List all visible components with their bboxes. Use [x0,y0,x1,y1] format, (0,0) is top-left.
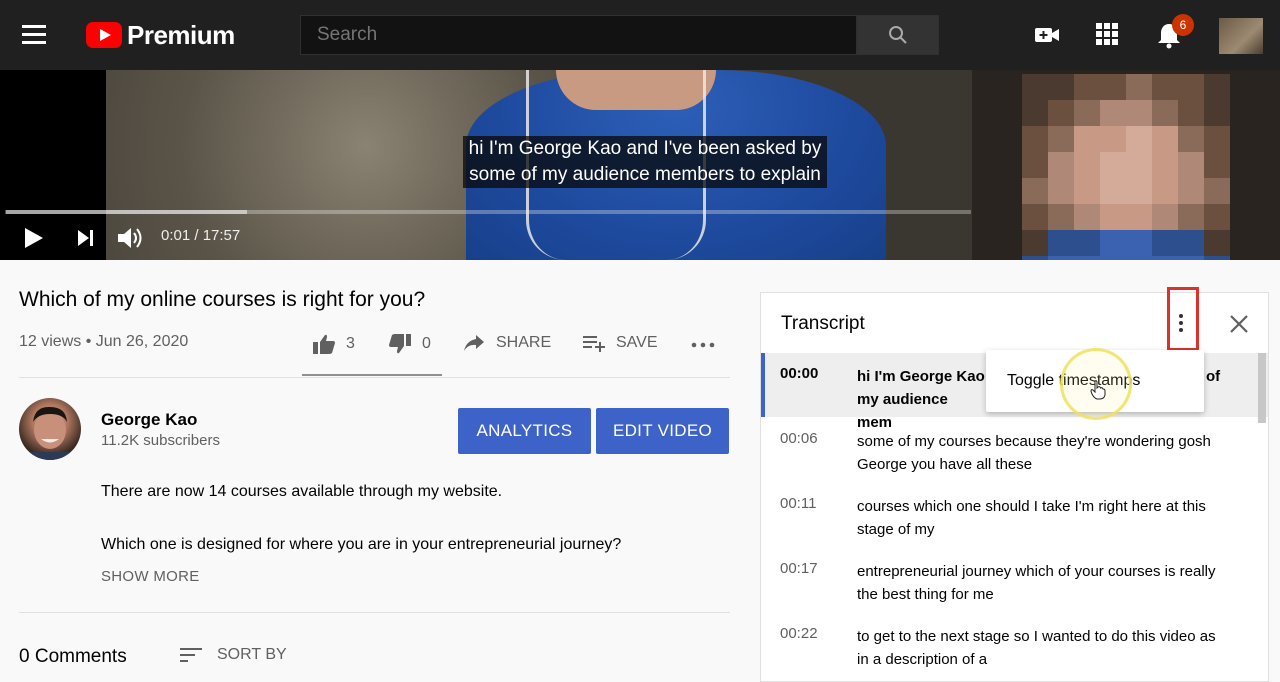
transcript-text: courses which one should I take I'm righ… [857,498,1206,538]
video-player[interactable]: hi I'm George Kao and I've been asked by… [0,70,1280,260]
transcript-text: hi I'm George Kao [857,368,985,385]
edit-video-button[interactable]: EDIT VIDEO [596,408,729,454]
video-frame-side [972,70,1280,260]
analytics-button[interactable]: ANALYTICS [458,408,591,454]
divider [19,612,730,613]
share-icon [464,335,484,351]
like-button[interactable]: 3 [312,333,355,355]
menu-icon[interactable] [22,25,48,45]
transcript-row[interactable]: 00:11 courses which one should I take I'… [761,483,1268,547]
transcript-timestamp: 00:06 [780,430,818,447]
youtube-play-icon [86,22,122,48]
search-icon [889,26,907,44]
dislike-count: 0 [422,335,431,352]
account-avatar[interactable] [1219,18,1263,54]
dislike-button[interactable]: 0 [388,333,431,355]
save-label: SAVE [616,334,658,351]
more-actions-button[interactable] [690,331,728,351]
video-meta: 12 views • Jun 26, 2020 [19,333,189,350]
transcript-text: to get to the next stage so I wanted to … [857,628,1216,668]
description-line-1: There are now 14 courses available throu… [101,483,503,500]
progress-buffer [5,210,247,214]
play-button[interactable] [25,228,43,248]
volume-icon[interactable] [117,226,143,250]
search-input[interactable] [300,15,857,55]
transcript-text: of [1206,368,1221,385]
progress-bar[interactable] [5,210,971,214]
transcript-text: some of my courses because they're wonde… [857,433,1211,473]
next-icon[interactable] [77,229,95,247]
video-captions: hi I'm George Kao and I've been asked by… [448,136,842,188]
transcript-row[interactable]: 00:06 some of my courses because they're… [761,418,1268,482]
more-vertical-icon[interactable] [1179,314,1185,334]
sort-by-label: SORT BY [217,646,287,663]
time-display: 0:01 / 17:57 [161,227,241,244]
logo-text: Premium [127,19,235,50]
transcript-text: entrepreneurial journey which of your co… [857,563,1216,603]
progress-fill [5,210,6,214]
subscriber-count: 11.2K subscribers [101,432,220,449]
transcript-timestamp: 00:22 [780,625,818,642]
description-line-2: Which one is designed for where you are … [101,536,622,553]
transcript-scrollbar[interactable] [1258,353,1266,423]
sort-by-button[interactable]: SORT BY [179,645,287,665]
top-bar: Premium 6 [0,0,1280,70]
show-more-button[interactable]: SHOW MORE [101,568,200,585]
transcript-title: Transcript [781,313,865,334]
create-video-icon[interactable] [1034,22,1060,48]
share-label: SHARE [496,334,552,351]
search-button[interactable] [857,15,939,55]
transcript-row[interactable]: 00:22 to get to the next stage so I want… [761,613,1268,677]
close-icon[interactable] [1228,313,1250,335]
channel-avatar-face [19,406,81,460]
sort-icon [180,648,202,662]
transcript-row[interactable]: 00:17 entrepreneurial journey which of y… [761,548,1268,612]
playlist-add-icon [583,336,605,352]
caption-line-2: some of my audience members to explain [463,162,827,188]
like-ratio-bar [302,374,442,376]
hand-cursor-icon [1090,380,1106,400]
transcript-timestamp: 00:11 [780,495,817,512]
channel-name[interactable]: George Kao [101,410,197,430]
save-button[interactable]: SAVE [582,333,658,353]
notification-count-badge: 6 [1172,14,1194,36]
youtube-premium-logo[interactable]: Premium [86,19,235,51]
transcript-timestamp: 00:00 [780,365,819,382]
apps-grid-icon[interactable] [1096,23,1118,45]
blurred-face [1022,74,1230,260]
caption-line-1: hi I'm George Kao and I've been asked by [462,136,828,162]
divider [19,377,730,378]
transcript-timestamp: 00:17 [780,560,818,577]
thumbs-up-icon [313,334,335,354]
video-title: Which of my online courses is right for … [19,288,426,311]
thumbs-down-icon [389,334,411,354]
share-button[interactable]: SHARE [462,333,551,353]
channel-avatar[interactable] [19,398,81,460]
more-horizontal-icon [691,342,715,348]
comments-count: 0 Comments [19,646,127,667]
like-count: 3 [346,335,355,352]
